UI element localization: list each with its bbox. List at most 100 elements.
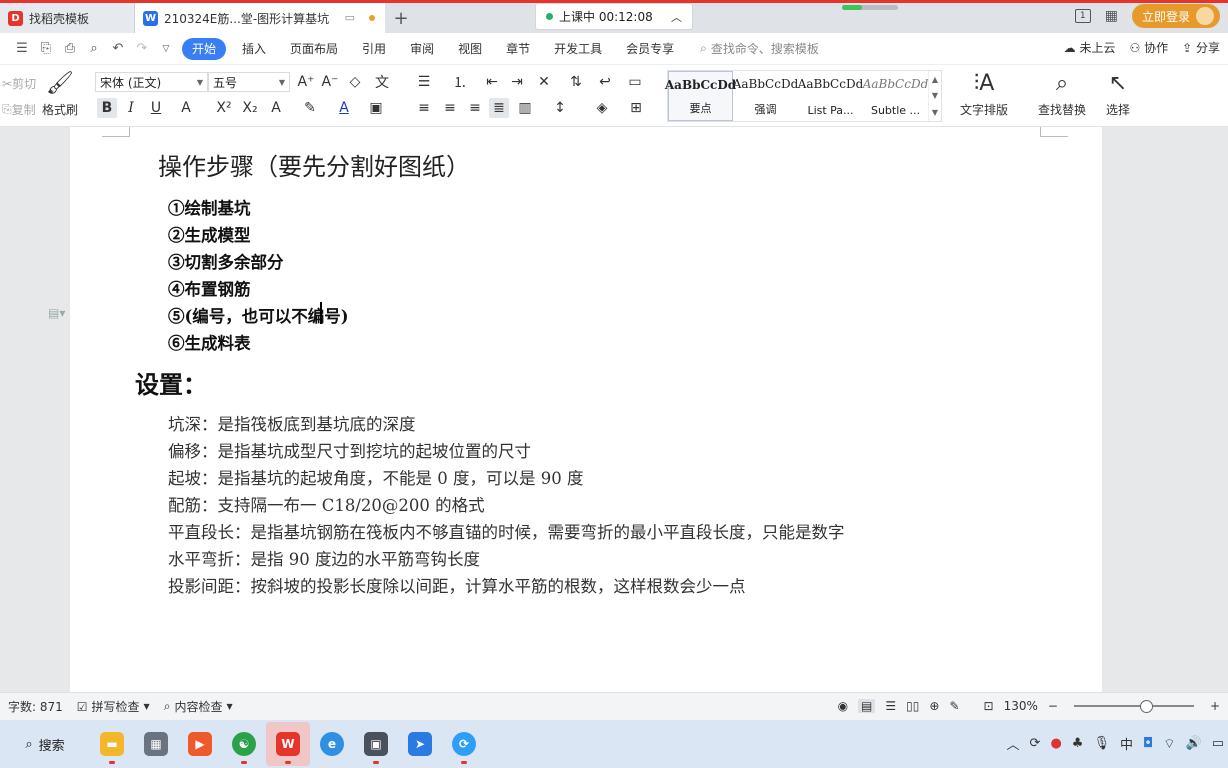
tab-developer[interactable]: 开发工具 <box>542 38 614 60</box>
fit-page-icon[interactable]: ⊡ <box>984 699 994 713</box>
chevron-up-icon[interactable]: ︿ <box>1007 734 1020 753</box>
cloud-status[interactable]: ☁ 未上云 <box>1064 39 1116 56</box>
chevron-down-icon[interactable]: ▽ <box>154 39 178 59</box>
subscript-button[interactable]: X₂ <box>240 98 260 118</box>
grow-font-icon[interactable]: A⁺ <box>296 72 316 92</box>
sync-icon[interactable]: ⟳ <box>1030 736 1041 751</box>
write-mode-icon[interactable]: ✎ <box>949 699 959 713</box>
qq-icon[interactable]: ♣ <box>1072 736 1084 751</box>
window-icon[interactable]: ▭ <box>345 11 355 24</box>
borders-icon[interactable]: ⊞ <box>626 98 646 118</box>
select-button[interactable]: ↖ 选择 <box>1106 71 1130 118</box>
tab-document[interactable]: W 210324E筋...堂-图形计算基坑 ▭ <box>135 3 385 33</box>
font-name-select[interactable]: 宋体 (正文) ▼ <box>95 72 208 92</box>
clear-format-icon[interactable]: ◇ <box>345 72 365 92</box>
line-spacing-icon[interactable]: ↕ <box>550 98 570 118</box>
taskbar-search-button[interactable]: ⌕ 搜索 <box>0 720 90 768</box>
word-count[interactable]: 字数: 871 <box>8 698 63 715</box>
justify-icon[interactable]: ≣ <box>489 98 509 118</box>
ruler-icon[interactable]: ▭ <box>625 72 645 92</box>
style-emphasis-point[interactable]: AaBbCcDd 要点 <box>665 71 736 121</box>
taskbar-wps[interactable]: W <box>266 722 310 766</box>
font-color-icon[interactable]: A <box>334 98 354 118</box>
sort-icon[interactable]: ⇅ <box>566 72 586 92</box>
char-border-icon[interactable]: ▣ <box>366 98 386 118</box>
align-center-icon[interactable]: ≡ <box>440 98 460 118</box>
align-right-icon[interactable]: ≡ <box>465 98 485 118</box>
zoom-level[interactable]: 130% <box>1004 699 1038 713</box>
show-marks-icon[interactable]: ↩ <box>595 72 615 92</box>
chevron-up-icon[interactable]: ▲ <box>932 75 938 84</box>
taskbar-calculator[interactable]: ▦ <box>134 722 178 766</box>
drag-handle[interactable] <box>842 5 898 10</box>
indent-icon[interactable]: ⇥ <box>507 72 527 92</box>
align-left-icon[interactable]: ≡ <box>414 98 434 118</box>
page-view-icon[interactable]: ▤ <box>858 699 876 713</box>
underline-button[interactable]: U <box>146 98 166 118</box>
paragraph-handle-icon[interactable]: ▤▾ <box>48 306 65 320</box>
shading-icon[interactable]: ◈ <box>592 98 612 118</box>
zoom-out-button[interactable]: − <box>1048 699 1058 713</box>
chevron-down-icon[interactable]: ▼ <box>932 91 938 100</box>
italic-button[interactable]: I <box>121 98 141 118</box>
cut-button[interactable]: ✂ 剪切 <box>2 75 36 92</box>
antivirus-icon[interactable]: ● <box>1050 736 1061 751</box>
pinyin-icon[interactable]: 文 <box>372 72 392 92</box>
undo-icon[interactable]: ↶ <box>106 39 130 59</box>
spell-check-button[interactable]: ☑ 拼写检查 ▼ <box>77 698 150 715</box>
taskbar-app-blue[interactable]: ⟳ <box>442 722 486 766</box>
login-button[interactable]: 立即登录 <box>1131 4 1220 28</box>
tab-page-layout[interactable]: 页面布局 <box>278 38 350 60</box>
taskbar-media-player[interactable]: ▶ <box>178 722 222 766</box>
highlight-icon[interactable]: ✎ <box>300 98 320 118</box>
print-preview-icon[interactable]: ⌕ <box>82 39 106 59</box>
superscript-button[interactable]: X² <box>214 98 234 118</box>
page-number-icon[interactable]: 1 <box>1074 9 1091 23</box>
style-strong[interactable]: AaBbCcDd 强调 <box>733 71 799 121</box>
bold-button[interactable]: B <box>97 98 117 118</box>
tab-section[interactable]: 章节 <box>494 38 542 60</box>
content-check-button[interactable]: ⌕ 内容检查 ▼ <box>164 698 233 715</box>
volume-icon[interactable]: 🔊 <box>1186 736 1202 751</box>
redo-icon[interactable]: ↷ <box>130 39 154 59</box>
copy-button[interactable]: ⎘ 复制 <box>2 101 36 118</box>
tab-home[interactable]: 开始 <box>182 37 227 60</box>
tab-references[interactable]: 引用 <box>350 38 398 60</box>
outline-view-icon[interactable]: ☰ <box>885 699 896 713</box>
export-icon[interactable]: ⎘ <box>34 39 58 59</box>
battery-icon[interactable]: ▭ <box>1212 736 1224 751</box>
text-effect-button[interactable]: A <box>266 98 286 118</box>
share-button[interactable]: ⇪ 分享 <box>1182 39 1220 56</box>
print-icon[interactable]: ⎙ <box>58 39 82 59</box>
taskbar-file-explorer[interactable]: ▬ <box>90 722 134 766</box>
find-replace-button[interactable]: ⌕ 查找替换 <box>1038 71 1086 118</box>
tab-insert[interactable]: 插入 <box>230 38 278 60</box>
font-size-select[interactable]: 五号 ▼ <box>208 72 290 92</box>
eye-protection-icon[interactable]: ◉ <box>838 699 848 713</box>
input-method-icon[interactable]: 中 <box>1120 734 1133 753</box>
new-tab-button[interactable]: + <box>385 3 417 33</box>
tab-view[interactable]: 视图 <box>446 38 494 60</box>
style-gallery-scroll[interactable]: ▲ ▼ ▼ <box>928 71 941 121</box>
class-status-pill[interactable]: 上课中 00:12:08 ︿ <box>535 3 693 30</box>
format-painter-button[interactable]: 🖌 格式刷 <box>42 71 78 118</box>
command-search[interactable]: ⌕ 查找命令、搜索模板 <box>700 40 819 57</box>
zoom-in-button[interactable]: + <box>1210 699 1220 713</box>
chevron-up-icon[interactable]: ︿ <box>671 9 682 25</box>
distribute-icon[interactable]: ▥ <box>515 98 535 118</box>
taskbar-screen-recorder[interactable]: ▣ <box>354 722 398 766</box>
chinese-layout-icon[interactable]: ✕ <box>534 72 554 92</box>
outdent-icon[interactable]: ⇤ <box>482 72 502 92</box>
taskbar-browser[interactable]: e <box>310 722 354 766</box>
reading-view-icon[interactable]: ▯▯ <box>906 699 919 713</box>
shrink-font-icon[interactable]: A⁻ <box>320 72 340 92</box>
tab-member[interactable]: 会员专享 <box>614 38 686 60</box>
style-list-paragraph[interactable]: AaBbCcDd List Pa... <box>798 71 864 121</box>
expand-icon[interactable]: ▼ <box>932 108 938 117</box>
tab-review[interactable]: 审阅 <box>398 38 446 60</box>
style-subtle[interactable]: AaBbCcDd Subtle ... <box>863 71 929 121</box>
collaborate-button[interactable]: ⚇ 协作 <box>1130 39 1169 56</box>
wifi-icon[interactable]: ⌔ <box>1163 736 1175 752</box>
text-layout-button[interactable]: ⫶A 文字排版 <box>960 71 1008 118</box>
taskbar-feishu[interactable]: ➤ <box>398 722 442 766</box>
